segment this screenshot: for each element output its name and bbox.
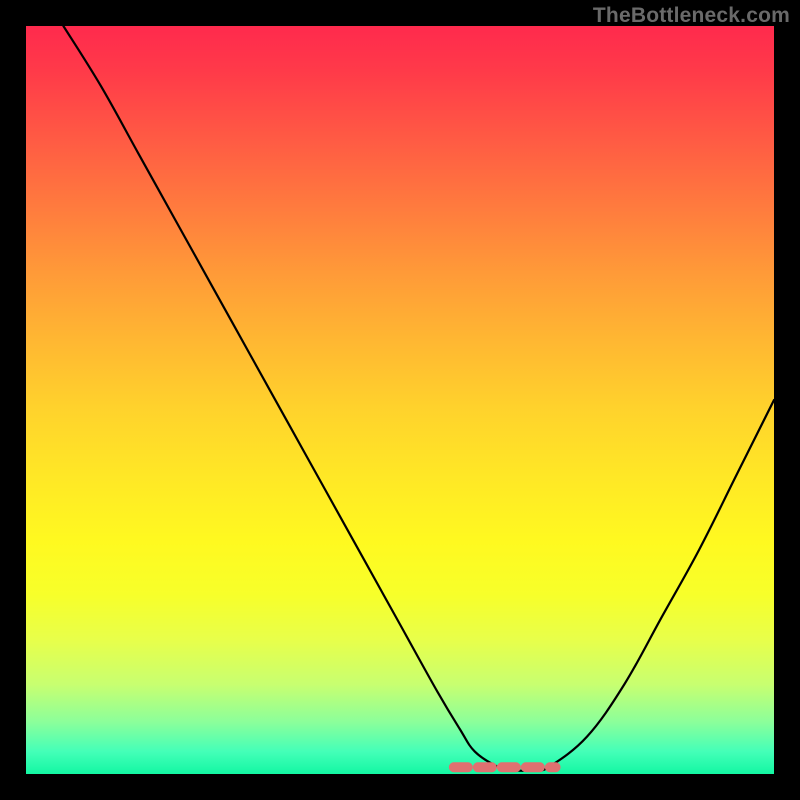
watermark-text: TheBottleneck.com <box>593 4 790 28</box>
bottleneck-curve <box>63 26 774 771</box>
chart-frame: TheBottleneck.com <box>0 0 800 800</box>
curve-layer <box>26 26 774 774</box>
plot-area <box>26 26 774 774</box>
